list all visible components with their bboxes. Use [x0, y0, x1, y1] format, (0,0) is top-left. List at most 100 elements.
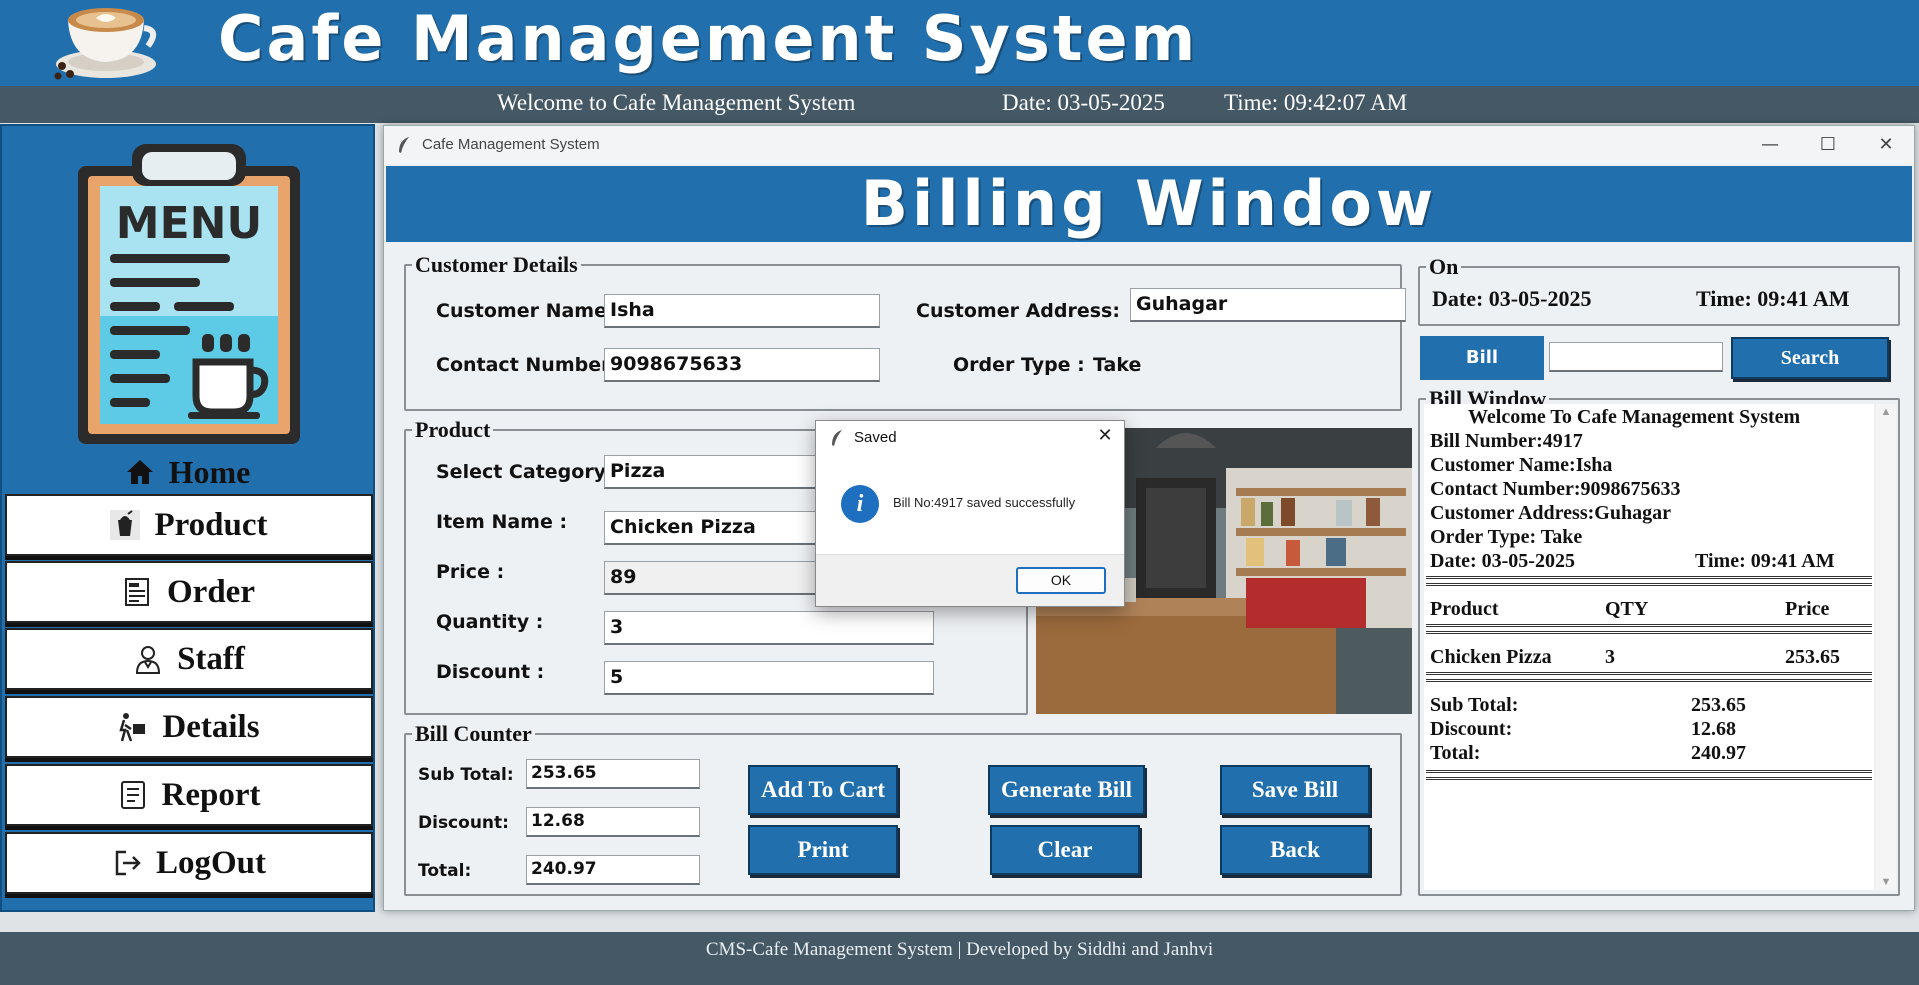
counter-total-field: 240.97 [526, 855, 700, 885]
billing-banner: Billing Window [386, 166, 1912, 242]
clear-button[interactable]: Clear [990, 825, 1140, 875]
footer-bar: CMS-Cafe Management System | Developed b… [0, 932, 1919, 985]
bill-item-product: Chicken Pizza [1430, 646, 1552, 668]
order-type-label: Order Type : [953, 354, 1085, 376]
bill-total-label: Total: [1430, 742, 1481, 764]
home-nav-item[interactable]: Home [2, 450, 373, 494]
logout-icon [115, 850, 141, 876]
welcome-text: Welcome to Cafe Management System [497, 90, 856, 115]
on-date: Date: 03-05-2025 [1432, 286, 1592, 311]
subtotal-label: Sub Total: [418, 765, 514, 785]
feather-icon [832, 430, 842, 446]
add-to-cart-button[interactable]: Add To Cart [748, 765, 898, 815]
bill-customer-address: Customer Address:Guhagar [1430, 502, 1671, 524]
print-button[interactable]: Print [748, 825, 898, 875]
generate-bill-button[interactable]: Generate Bill [988, 765, 1145, 815]
bill-time: Time: 09:41 AM [1695, 550, 1835, 572]
counter-total-label: Total: [418, 861, 472, 881]
saved-dialog: Saved ✕ i Bill No:4917 saved successfull… [815, 420, 1125, 607]
quantity-input[interactable]: 3 [604, 611, 934, 645]
bill-number-line: Bill Number:4917 [1430, 430, 1583, 452]
sidebar: MENU Home Product Order Staff Details Re… [0, 124, 375, 912]
bill-separator [1426, 672, 1872, 682]
billing-window: Cafe Management System — ☐ ✕ Billing Win… [383, 125, 1915, 911]
bill-subtotal-value: 253.65 [1691, 694, 1746, 716]
app-header: Cafe Management System [0, 0, 1919, 86]
counter-discount-label: Discount: [418, 813, 509, 833]
app-title: Cafe Management System [218, 2, 1199, 75]
scroll-down-icon[interactable]: ▼ [1876, 876, 1896, 888]
minimize-button[interactable]: — [1750, 132, 1790, 158]
header-date: Date: 03-05-2025 [1002, 90, 1165, 115]
sidebar-item-order[interactable]: Order [5, 561, 373, 623]
contact-number-input[interactable]: 9098675633 [604, 348, 880, 382]
window-titlebar: Cafe Management System — ☐ ✕ [384, 126, 1914, 164]
ok-button[interactable]: OK [1016, 567, 1106, 594]
menu-board-illustration: MENU [78, 144, 300, 444]
order-type-value[interactable]: Take [1093, 354, 1141, 376]
info-icon: i [841, 485, 879, 523]
sidebar-item-product[interactable]: Product [5, 494, 373, 556]
bill-number-input[interactable] [1549, 342, 1723, 372]
dialog-message: Bill No:4917 saved successfully [893, 495, 1076, 510]
bill-scrollbar[interactable]: ▲ ▼ [1876, 404, 1896, 890]
dialog-footer: OK [816, 554, 1124, 606]
feather-icon [399, 137, 409, 153]
bill-date: Date: 03-05-2025 [1430, 550, 1575, 572]
search-button[interactable]: Search [1731, 337, 1889, 379]
bill-customer-name: Customer Name:Isha [1430, 454, 1613, 476]
sidebar-item-staff[interactable]: Staff [5, 628, 373, 690]
product-legend: Product [412, 417, 494, 443]
home-label: Home [168, 453, 251, 490]
save-bill-button[interactable]: Save Bill [1220, 765, 1370, 815]
bill-subtotal-label: Sub Total: [1430, 694, 1519, 716]
maximize-button[interactable]: ☐ [1808, 132, 1848, 158]
bill-order-type: Order Type: Take [1430, 526, 1583, 548]
header-time: Time: 09:42:07 AM [1224, 90, 1408, 115]
sidebar-item-label: Product [154, 506, 268, 543]
on-time: Time: 09:41 AM [1696, 286, 1850, 311]
sidebar-item-label: Staff [177, 640, 245, 677]
menu-board-text: MENU [116, 198, 262, 249]
bill-col-product: Product [1430, 598, 1499, 620]
staff-icon [136, 646, 161, 674]
back-button[interactable]: Back [1220, 825, 1370, 875]
sidebar-item-logout[interactable]: LogOut [5, 832, 373, 894]
customer-name-input[interactable]: Isha [604, 294, 880, 328]
counter-discount-field: 12.68 [526, 807, 700, 837]
bill-separator [1426, 624, 1872, 634]
dialog-close-button[interactable]: ✕ [1092, 425, 1118, 451]
customer-details-group: Customer Details Customer Name : Isha Cu… [404, 252, 1406, 411]
bill-number-label: Bill Number: [1420, 336, 1544, 412]
bill-total-value: 240.97 [1691, 742, 1746, 764]
bill-counter-group: Bill Counter Sub Total: 253.65 Discount:… [404, 721, 1402, 896]
report-icon [120, 781, 145, 809]
bill-discount-label: Discount: [1430, 718, 1513, 740]
discount-label: Discount : [436, 661, 545, 683]
window-title: Cafe Management System [422, 136, 600, 153]
on-datetime-group: On Date: 03-05-2025 Time: 09:41 AM [1418, 254, 1900, 326]
bill-col-price: Price [1785, 598, 1830, 620]
customer-address-input[interactable]: Guhagar [1130, 288, 1406, 322]
customer-address-label: Customer Address: [916, 300, 1120, 322]
bill-item-price: 253.65 [1785, 646, 1840, 668]
sidebar-item-label: Order [167, 573, 255, 610]
bill-text-area[interactable]: Welcome To Cafe Management System Bill N… [1424, 404, 1874, 890]
item-name-label: Item Name : [436, 511, 568, 533]
home-icon [126, 460, 153, 484]
dialog-titlebar: Saved ✕ [816, 421, 1124, 455]
bill-counter-legend: Bill Counter [412, 721, 535, 747]
bill-discount-value: 12.68 [1691, 718, 1736, 740]
delivery-icon [119, 713, 146, 742]
sidebar-item-label: Report [161, 776, 261, 813]
discount-input[interactable]: 5 [604, 661, 934, 695]
scroll-up-icon[interactable]: ▲ [1876, 406, 1896, 418]
customer-name-label: Customer Name : [436, 300, 622, 322]
bill-contact-number: Contact Number:9098675633 [1430, 478, 1681, 500]
customer-details-legend: Customer Details [412, 252, 581, 278]
sidebar-item-details[interactable]: Details [5, 696, 373, 758]
close-window-button[interactable]: ✕ [1866, 132, 1906, 158]
subtotal-field: 253.65 [526, 759, 700, 789]
bill-item-qty: 3 [1605, 646, 1615, 668]
sidebar-item-report[interactable]: Report [5, 764, 373, 826]
